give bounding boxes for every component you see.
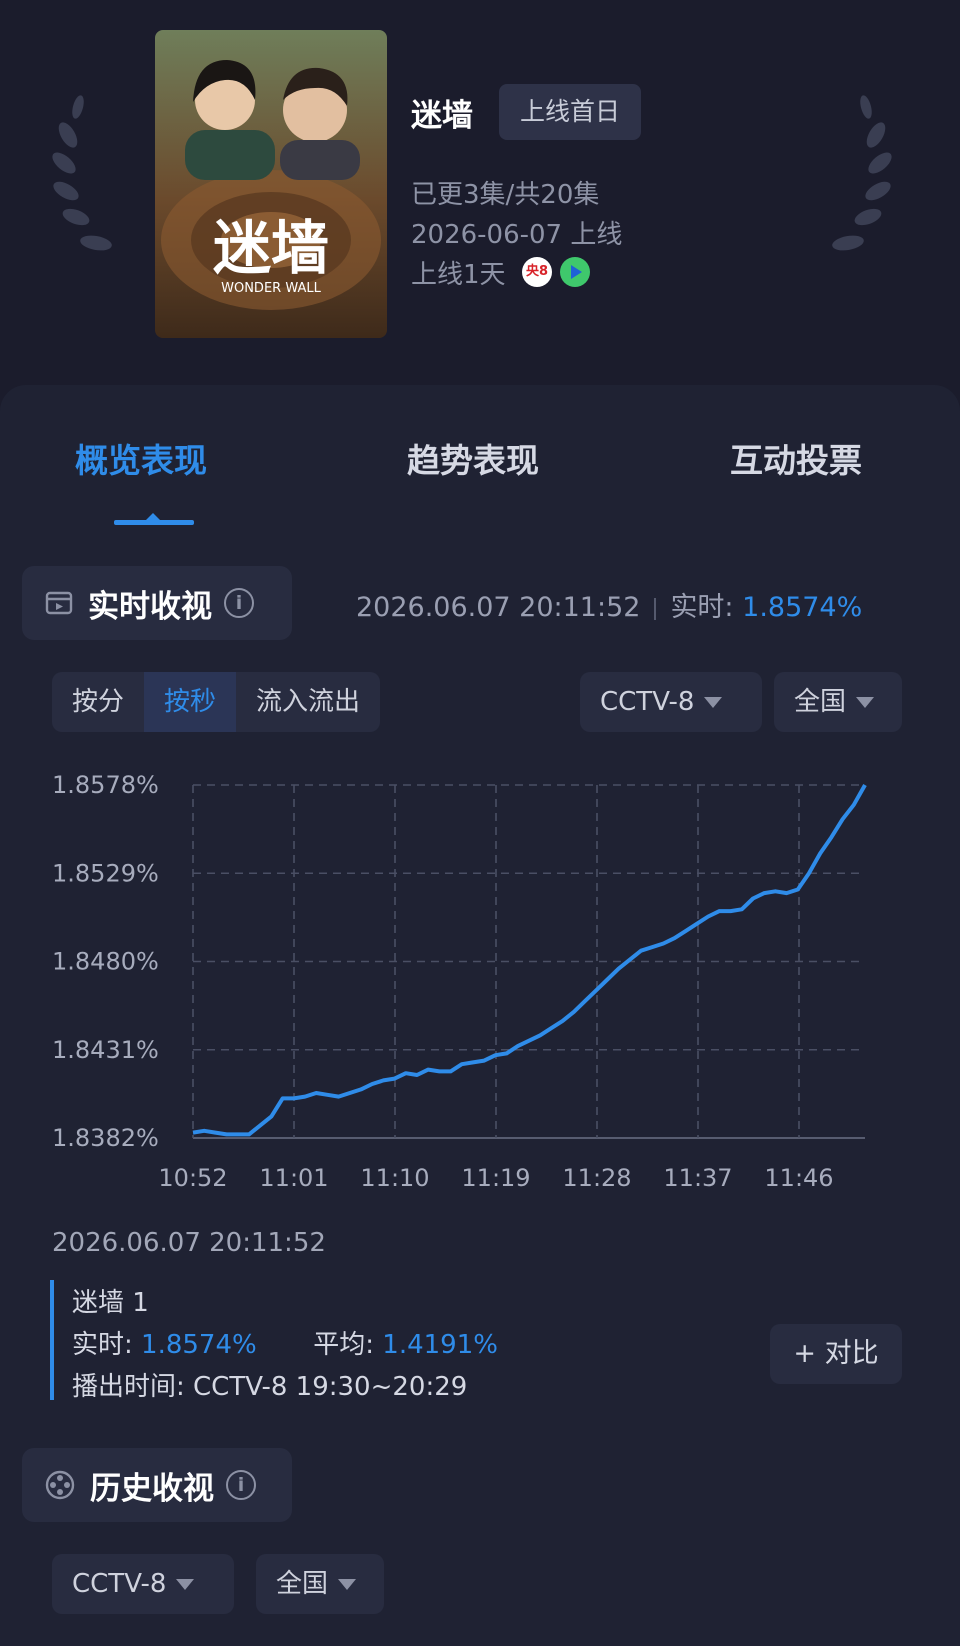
x-tick-label: 11:10 [360,1164,429,1192]
poster-title-art: 迷墙 [213,214,329,282]
realtime-section-title: 实时收视 [88,588,212,625]
y-axis-labels: 1.8578% 1.8529% 1.8480% 1.8431% 1.8382% [52,771,159,1152]
y-tick-label: 1.8382% [52,1124,159,1152]
divider [654,597,657,620]
detail-broadcast-value: CCTV-8 19:30~20:29 [193,1372,468,1402]
show-title: 迷墙 [411,98,473,134]
episode-count: 已更3集/共20集 [411,180,600,210]
release-date: 2026-06-07 上线 [411,220,623,250]
cctv8-logo-icon: 央8 [522,257,552,287]
realtime-timestamp: 2026.06.07 20:11:52 [356,592,641,623]
y-tick-label: 1.8431% [52,1036,159,1064]
info-icon[interactable]: i [226,1470,256,1500]
region-dropdown[interactable]: 全国 [774,672,902,732]
realtime-rate-label: 实时: [670,592,734,623]
detail-rates: 实时: 1.8574% 平均: 1.4191% [72,1324,498,1361]
tab-vote[interactable]: 互动投票 [730,434,862,482]
detail-broadcast: 播出时间: CCTV-8 19:30~20:29 [72,1366,467,1403]
detail-realtime-label: 实时: [72,1330,133,1360]
info-icon[interactable]: i [224,588,254,618]
realtime-rating-chart: 1.8578% 1.8529% 1.8480% 1.8431% 1.8382% 10:5… [52,771,867,1192]
x-tick-label: 11:46 [764,1164,833,1192]
history-channel-label: CCTV-8 [72,1569,167,1599]
detail-accent-bar [50,1280,54,1400]
compare-button[interactable]: + 对比 [770,1324,902,1384]
play-logo-icon [560,257,590,287]
x-tick-label: 11:37 [663,1164,732,1192]
history-region-label: 全国 [276,1569,329,1599]
show-header: 迷墙 WONDER WALL 迷墙 上线首日 已更3集/共20集 2026-06… [0,0,960,385]
x-tick-label: 11:28 [562,1164,631,1192]
tab-overview[interactable]: 概览表现 [75,434,207,482]
caret-down-icon [338,1579,357,1590]
x-tick-label: 10:52 [158,1164,227,1192]
tab-trend[interactable]: 趋势表现 [407,434,539,482]
segment-by-second[interactable]: 按秒 [144,672,237,732]
x-tick-label: 11:01 [259,1164,328,1192]
region-dropdown-label: 全国 [794,687,847,717]
detail-realtime-value: 1.8574% [141,1330,257,1360]
detail-broadcast-label: 播出时间: [72,1372,185,1402]
detail-timestamp: 2026.06.07 20:11:52 [52,1228,326,1258]
channel-dropdown[interactable]: CCTV-8 [580,672,762,732]
x-tick-label: 11:19 [461,1164,530,1192]
tv-icon [45,591,73,615]
realtime-section-chip: 实时收视 i [22,566,292,640]
history-channel-dropdown[interactable]: CCTV-8 [52,1554,234,1614]
granularity-segmented-control: 按分 按秒 流入流出 [52,672,381,732]
caret-down-icon [176,1579,195,1590]
detail-episode: 迷墙 1 [72,1288,149,1318]
tab-indicator-caret [146,513,160,520]
days-online: 上线1天 [411,260,506,290]
channel-dropdown-label: CCTV-8 [600,687,695,717]
caret-down-icon [704,697,723,708]
show-poster[interactable]: 迷墙 WONDER WALL [155,30,387,338]
x-axis-labels: 10:52 11:01 11:10 11:19 11:28 11:37 11:46 [158,1164,833,1192]
laurel-right-icon [832,95,892,251]
poster-subtitle-art: WONDER WALL [221,281,321,296]
y-tick-label: 1.8529% [52,859,159,887]
realtime-rate-value: 1.8574% [742,592,863,623]
segment-inflow-outflow[interactable]: 流入流出 [236,672,380,732]
detail-average-value: 1.4191% [382,1330,498,1360]
history-section-chip: 历史收视 i [22,1448,292,1522]
realtime-info: 2026.06.07 20:11:52 实时: 1.8574% [356,585,862,624]
history-region-dropdown[interactable]: 全国 [256,1554,384,1614]
y-tick-label: 1.8480% [52,948,159,976]
tab-indicator [114,520,194,525]
laurel-left-icon [52,95,112,251]
film-reel-icon [45,1470,75,1500]
history-section-title: 历史收视 [90,1470,214,1507]
premiere-badge: 上线首日 [499,84,641,140]
chart-grid [192,784,865,1139]
caret-down-icon [856,697,875,708]
y-tick-label: 1.8578% [52,771,159,799]
detail-average-label: 平均: [313,1330,375,1360]
segment-by-minute[interactable]: 按分 [52,672,144,732]
